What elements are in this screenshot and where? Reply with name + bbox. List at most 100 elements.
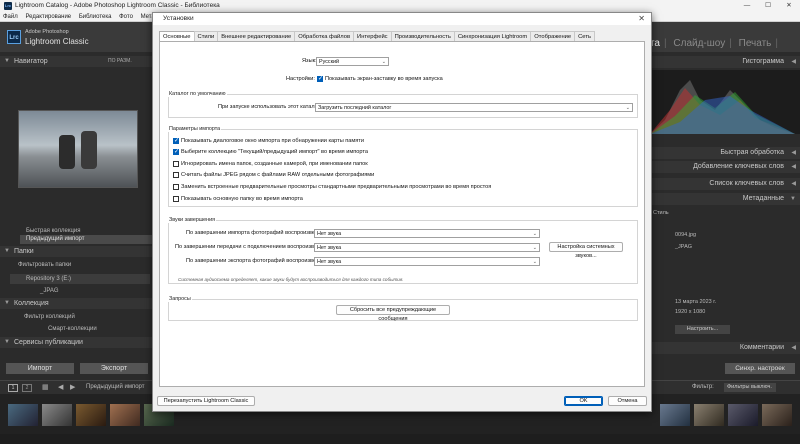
filter-folders[interactable]: Фильтровать папки (18, 262, 71, 268)
screen-2-icon[interactable]: 2 (22, 384, 32, 392)
comments-header[interactable]: Комментарии ◀ (645, 342, 800, 354)
tab-presets[interactable]: Стили (193, 31, 219, 41)
filmstrip-thumb[interactable] (8, 404, 38, 426)
navigator-header[interactable]: ▼ Навигатор ПО РАЗМ. (0, 56, 155, 67)
next-arrow-icon[interactable]: ▶ (70, 383, 75, 391)
ok-button[interactable]: OK (564, 396, 603, 406)
catalog-select[interactable]: Загрузить последний каталог ⌄ (315, 103, 633, 112)
import-option-checkbox-5[interactable] (173, 196, 179, 202)
cat-silhouette (81, 131, 97, 169)
folder-value: _JPAG (675, 244, 693, 250)
sound-tether-select[interactable]: Нет звука ⌄ (314, 243, 540, 252)
system-sounds-button[interactable]: Настройка системных звуков... (549, 242, 623, 259)
tab-lightroom-sync[interactable]: Синхронизация Lightroom (453, 31, 532, 41)
sound-import-label: По завершении импорта фотографий воспрои… (186, 230, 325, 236)
export-button[interactable]: Экспорт (80, 363, 148, 374)
language-select[interactable]: Русский ⌄ (316, 57, 389, 66)
sound-export-label: По завершении экспорта фотографий воспро… (186, 258, 327, 264)
import-option-checkbox-4[interactable] (173, 184, 179, 190)
menu-file[interactable]: Файл (0, 12, 21, 22)
import-button[interactable]: Импорт (6, 363, 74, 374)
language-label: Язык: (302, 58, 317, 64)
tab-display[interactable]: Отображение (530, 31, 576, 41)
tab-interface[interactable]: Интерфейс (353, 31, 392, 41)
navigator-preview[interactable] (18, 110, 138, 188)
filename-value[interactable]: 0094.jpg (675, 232, 696, 238)
sound-import-select[interactable]: Нет звука ⌄ (314, 229, 540, 238)
publish-services-header[interactable]: ▼ Сервисы публикации (0, 337, 155, 348)
filmstrip-thumb[interactable] (728, 404, 758, 426)
right-panel: Гистограмма ◀ Быстрая обработка ◀ Добавлен… (645, 52, 800, 380)
tab-file-handling[interactable]: Обработка файлов (294, 31, 355, 41)
filter-collections[interactable]: Фильтр коллекций (24, 314, 75, 320)
cancel-button[interactable]: Отмена (608, 396, 647, 406)
import-option-label-2: Игнорировать имена папок, созданные каме… (181, 161, 368, 167)
filter-label: Фильтр: (692, 384, 714, 390)
tab-external-editing[interactable]: Внешнее редактирование (217, 31, 296, 41)
import-options-title: Параметры импорта (168, 126, 222, 132)
menu-photo[interactable]: Фото (116, 12, 136, 22)
import-option-label-0: Показывать диалоговое окно импорта при о… (181, 138, 364, 144)
metadata-header[interactable]: Метаданные ▼ (645, 193, 800, 205)
import-option-label-1: Выберите коллекцию "Текущий/предыдущий и… (181, 149, 368, 155)
filmstrip-thumb[interactable] (76, 404, 106, 426)
source-breadcrumb[interactable]: Предыдущий импорт (86, 384, 145, 390)
chevron-down-icon: ⌄ (381, 59, 386, 65)
splash-label: Показывать экран-заставку во время запус… (325, 76, 443, 82)
import-option-checkbox-0[interactable] (173, 137, 179, 144)
filmstrip-thumb[interactable] (694, 404, 724, 426)
prev-arrow-icon[interactable]: ◀ (58, 383, 63, 391)
smart-collections[interactable]: Смарт-коллекции (48, 326, 97, 332)
folder-item[interactable]: _JPAG (40, 288, 59, 294)
close-window-icon[interactable]: ✕ (779, 0, 799, 12)
import-option-label-4: Заменить встроенные предварительные прос… (181, 184, 492, 190)
sound-export-select[interactable]: Нет звука ⌄ (314, 257, 540, 266)
module-print[interactable]: Печать (739, 38, 772, 49)
reset-warnings-button[interactable]: Сбросить все предупреждающие сообщения (336, 305, 450, 322)
prompts-title: Запросы (168, 296, 192, 302)
filmstrip-thumb[interactable] (660, 404, 690, 426)
module-slideshow[interactable]: Слайд-шоу (673, 38, 725, 49)
chevron-down-icon: ⌄ (532, 259, 537, 265)
menu-library[interactable]: Библиотека (76, 12, 115, 22)
maximize-icon[interactable]: ☐ (758, 0, 778, 12)
window-titlebar: Lrc Lightroom Catalog - Adobe Photoshop … (0, 0, 800, 12)
cat-silhouette (59, 135, 75, 169)
tab-performance[interactable]: Производительность (390, 31, 455, 41)
filter-select[interactable]: Фильтры выключ. (724, 383, 776, 392)
completion-sounds-title: Звуки завершения (168, 217, 217, 223)
tab-general[interactable]: Основные (159, 31, 195, 41)
chevron-down-icon: ⌄ (532, 231, 537, 237)
filmstrip-thumb[interactable] (762, 404, 792, 426)
preferences-dialog: Установки ✕ Основные Стили Внешнее редакти… (152, 12, 652, 412)
collections-header[interactable]: ▼ Коллекция (0, 298, 155, 309)
dialog-close-icon[interactable]: ✕ (638, 13, 645, 25)
filmstrip-thumb[interactable] (42, 404, 72, 426)
customize-button[interactable]: Настроить... (675, 325, 730, 334)
grid-icon[interactable]: ▦ (42, 383, 49, 391)
histogram-header[interactable]: Гистограмма ◀ (645, 56, 800, 68)
screen-1-icon[interactable]: 1 (8, 384, 18, 392)
import-option-checkbox-3[interactable] (173, 172, 179, 178)
import-option-checkbox-2[interactable] (173, 161, 179, 167)
splash-checkbox[interactable] (317, 75, 323, 82)
histogram-graph (650, 80, 795, 134)
keyword-list-header[interactable]: Список ключевых слов ◀ (645, 178, 800, 190)
collection-quick[interactable]: Быстрая коллекция (26, 228, 81, 234)
import-option-checkbox-1[interactable] (173, 148, 179, 155)
folders-header[interactable]: ▼ Папки (0, 246, 155, 257)
minimize-icon[interactable]: — (737, 0, 757, 12)
filmstrip-thumb[interactable] (110, 404, 140, 426)
add-keywords-header[interactable]: Добавление ключевых слов ◀ (645, 161, 800, 173)
collection-prev-import[interactable]: Предыдущий импорт (26, 236, 85, 242)
sounds-note: Системная аудиосхема определяет, какие з… (178, 277, 404, 282)
module-picker: Книга| Слайд-шоу| Печать| (630, 38, 778, 49)
quick-develop-header[interactable]: Быстрая обработка ◀ (645, 147, 800, 159)
tab-network[interactable]: Сеть (574, 31, 596, 41)
window-title: Lightroom Catalog - Adobe Photoshop Ligh… (15, 2, 220, 9)
restart-lightroom-button[interactable]: Перезапустить Lightroom Classic (157, 396, 255, 406)
import-option-label-5: Показывать основную папку во время импор… (181, 196, 303, 202)
menu-edit[interactable]: Редактирование (22, 12, 74, 22)
sync-settings-button[interactable]: Синхр. настроек (725, 363, 795, 374)
lrc-logo: Lrc (7, 30, 21, 44)
